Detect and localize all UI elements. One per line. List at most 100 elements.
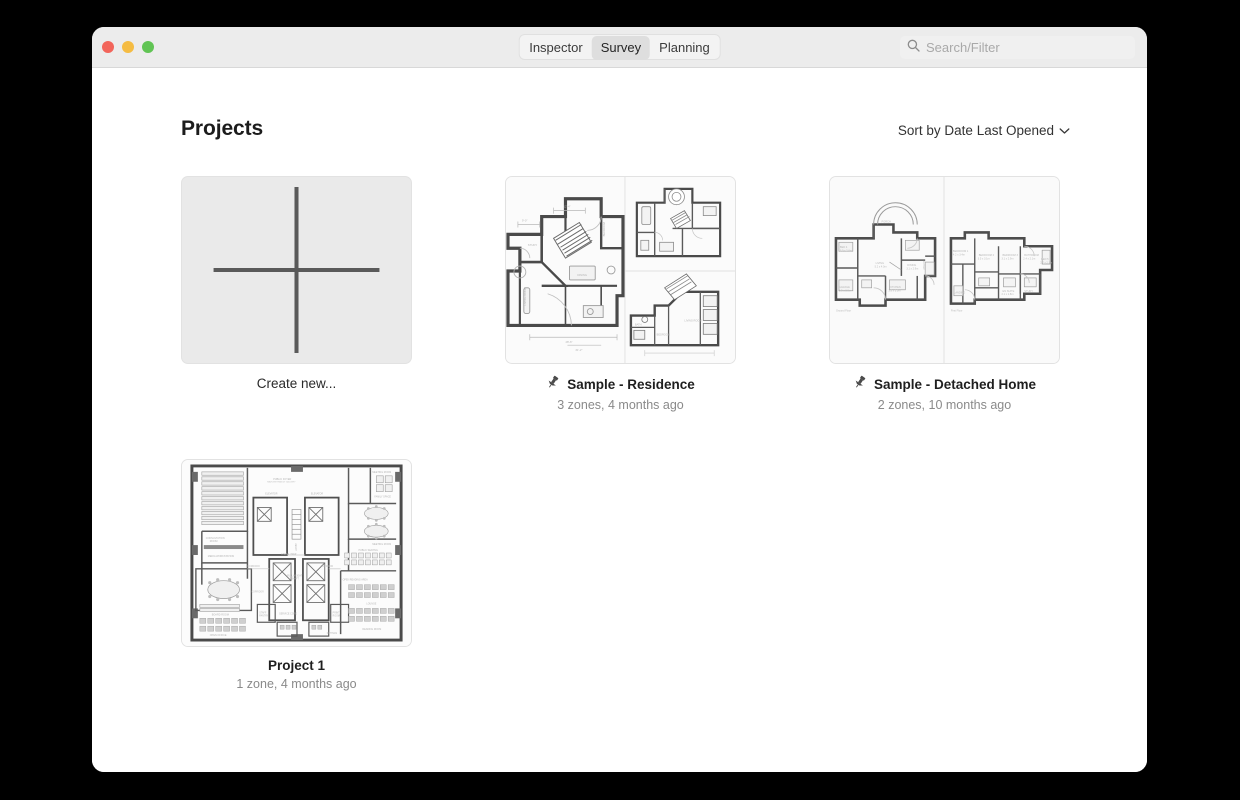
svg-text:BED 5: BED 5	[1041, 257, 1049, 261]
svg-text:BEDROOM 3: BEDROOM 3	[1002, 253, 1018, 257]
svg-text:READING ROOM: READING ROOM	[362, 628, 381, 631]
svg-text:LANDING: LANDING	[954, 291, 965, 295]
svg-text:CORRIDOR: CORRIDOR	[247, 566, 260, 568]
svg-text:MEETING ROOM: MEETING ROOM	[372, 471, 391, 474]
floorplan-residence-three-panel: 12'-4" 9'-0" 28'-6" 31'-2" BEDROOM DININ…	[506, 177, 735, 363]
svg-text:MAIN ENTRANCE GALLERY: MAIN ENTRANCE GALLERY	[267, 481, 296, 484]
svg-text:BEDROOM 1: BEDROOM 1	[953, 249, 969, 253]
svg-text:LIVING ROOM: LIVING ROOM	[684, 318, 701, 322]
project-caption-detached-home: Sample - Detached Home 2 zones, 10 month…	[829, 375, 1060, 412]
mode-segmented-control[interactable]: Inspector Survey Planning	[518, 34, 721, 60]
svg-text:BEDROOM: BEDROOM	[657, 332, 670, 336]
svg-text:2.7 x 2.1m: 2.7 x 2.1m	[1040, 261, 1052, 265]
svg-text:LIVING ROOM: LIVING ROOM	[523, 287, 527, 306]
svg-text:LIVING: LIVING	[876, 261, 884, 265]
svg-text:3.0 x 2.6m: 3.0 x 2.6m	[840, 249, 852, 253]
svg-text:CHASE / MEP: CHASE / MEP	[281, 553, 297, 556]
project-card-create-new[interactable]: Create new...	[181, 176, 412, 412]
svg-text:ROOM: ROOM	[333, 615, 340, 617]
svg-text:ELEVATOR: ELEVATOR	[265, 493, 278, 496]
create-new-thumbnail[interactable]	[181, 176, 412, 364]
svg-text:OPEN OFFICE: OPEN OFFICE	[210, 634, 227, 637]
page-title: Projects	[181, 117, 264, 140]
project-title: Sample - Residence	[567, 377, 695, 392]
project-title: Sample - Detached Home	[873, 377, 1037, 392]
floorplan-office-dense: CONSULTATION ROOM MEDIA WORKSTATION BOAR…	[182, 460, 411, 646]
page-header: Projects Sort by Date Last Opened	[181, 117, 1070, 141]
svg-text:28'-6": 28'-6"	[565, 340, 572, 344]
projects-content-area: Projects Sort by Date Last Opened Create…	[92, 68, 1147, 772]
floorplan-detached-two-panel: BED 4 3.0 x 2.6m GARAGE 5.9 x 3.0m LIVIN…	[830, 177, 1059, 363]
search-filter-field[interactable]	[900, 36, 1135, 59]
chevron-down-icon	[1059, 123, 1070, 138]
svg-text:PORCH: PORCH	[882, 220, 891, 224]
project-card-sample-residence[interactable]: 12'-4" 9'-0" 28'-6" 31'-2" BEDROOM DININ…	[505, 176, 736, 412]
svg-text:BEDROOM 2: BEDROOM 2	[979, 253, 995, 257]
tab-survey[interactable]: Survey	[591, 36, 651, 60]
svg-text:FAMILY SPACE: FAMILY SPACE	[374, 496, 391, 499]
svg-text:31'-2": 31'-2"	[575, 348, 582, 352]
svg-text:First Floor: First Floor	[951, 309, 963, 313]
application-window: Inspector Survey Planning Projects S	[92, 27, 1147, 772]
project-card-project-1[interactable]: CONSULTATION ROOM MEDIA WORKSTATION BOAR…	[181, 459, 412, 691]
svg-text:GARAGE: GARAGE	[839, 285, 850, 289]
svg-text:BEDROOM: BEDROOM	[602, 221, 606, 236]
search-input[interactable]	[926, 40, 1128, 55]
svg-text:UTILITY: UTILITY	[922, 260, 926, 270]
svg-text:MEDIA WORKSTATION: MEDIA WORKSTATION	[208, 555, 235, 558]
close-window-button[interactable]	[102, 41, 114, 53]
svg-text:PUBLIC FOYER: PUBLIC FOYER	[273, 478, 291, 481]
project-thumbnail-residence[interactable]: 12'-4" 9'-0" 28'-6" 31'-2" BEDROOM DININ…	[505, 176, 736, 364]
project-subtitle: 1 zone, 4 months ago	[236, 677, 357, 691]
project-title: Project 1	[267, 658, 326, 673]
svg-text:CORRIDOR: CORRIDOR	[321, 566, 334, 568]
svg-text:EN SUITE: EN SUITE	[1002, 289, 1014, 293]
svg-text:3.8 x 3.0m: 3.8 x 3.0m	[888, 288, 900, 292]
project-subtitle: 3 zones, 4 months ago	[557, 398, 684, 412]
zoom-window-button[interactable]	[142, 41, 154, 53]
svg-text:12'-4": 12'-4"	[563, 205, 570, 209]
svg-text:SERVICE CORE: SERVICE CORE	[279, 612, 297, 615]
project-caption-project-1: Project 1 1 zone, 4 months ago	[181, 658, 412, 691]
svg-text:PANTRY: PANTRY	[259, 614, 268, 617]
svg-text:SHAFT: SHAFT	[291, 578, 299, 581]
svg-text:2.1 x 1.8m: 2.1 x 1.8m	[1002, 292, 1014, 296]
project-thumbnail-detached-home[interactable]: BED 4 3.0 x 2.6m GARAGE 5.9 x 3.0m LIVIN…	[829, 176, 1060, 364]
svg-text:KITCHEN: KITCHEN	[889, 285, 900, 289]
tab-planning[interactable]: Planning	[650, 36, 719, 60]
svg-text:FITTINGS: FITTINGS	[327, 633, 338, 635]
create-new-label: Create new...	[256, 376, 337, 391]
sort-dropdown[interactable]: Sort by Date Last Opened	[898, 123, 1070, 138]
svg-text:LOBBY: LOBBY	[295, 543, 298, 551]
projects-grid: Create new... 12'-4" 9'-0" 28'-6" 31'-2"…	[181, 176, 1081, 691]
svg-text:4.2 x 3.4m: 4.2 x 3.4m	[953, 253, 965, 257]
svg-text:OPEN READING AREA: OPEN READING AREA	[343, 579, 368, 582]
pin-icon[interactable]	[546, 375, 560, 394]
svg-text:PUBLIC SEATING: PUBLIC SEATING	[358, 549, 378, 552]
svg-text:STUDY: STUDY	[1024, 289, 1033, 293]
pin-icon[interactable]	[853, 375, 867, 394]
project-thumbnail-project-1[interactable]: CONSULTATION ROOM MEDIA WORKSTATION BOAR…	[181, 459, 412, 647]
svg-text:BED 4: BED 4	[840, 245, 848, 249]
sort-label: Sort by Date Last Opened	[897, 123, 1054, 138]
traffic-light-group	[102, 41, 154, 53]
svg-text:Ground Floor: Ground Floor	[836, 309, 851, 313]
minimize-window-button[interactable]	[122, 41, 134, 53]
plus-icon	[182, 177, 411, 363]
search-icon	[907, 39, 920, 57]
project-subtitle: 2 zones, 10 months ago	[877, 398, 1012, 412]
svg-text:ROOM: ROOM	[210, 540, 218, 543]
svg-text:DINING: DINING	[577, 273, 587, 277]
svg-text:3.5 x 3.1m: 3.5 x 3.1m	[978, 257, 990, 261]
svg-text:MEETING ROOM: MEETING ROOM	[372, 543, 391, 546]
svg-text:STAFF: STAFF	[259, 611, 267, 614]
svg-text:ELEVATOR: ELEVATOR	[311, 493, 324, 496]
svg-text:5.2 x 4.0m: 5.2 x 4.0m	[875, 265, 887, 269]
tab-inspector[interactable]: Inspector	[520, 36, 591, 60]
svg-text:LOUNGE: LOUNGE	[366, 602, 376, 605]
project-card-sample-detached-home[interactable]: BED 4 3.0 x 2.6m GARAGE 5.9 x 3.0m LIVIN…	[829, 176, 1060, 412]
svg-text:BATH: BATH	[635, 322, 642, 326]
svg-text:9'-0": 9'-0"	[522, 219, 528, 223]
svg-text:STUDY: STUDY	[528, 243, 538, 247]
svg-text:5.9 x 3.0m: 5.9 x 3.0m	[839, 288, 851, 292]
